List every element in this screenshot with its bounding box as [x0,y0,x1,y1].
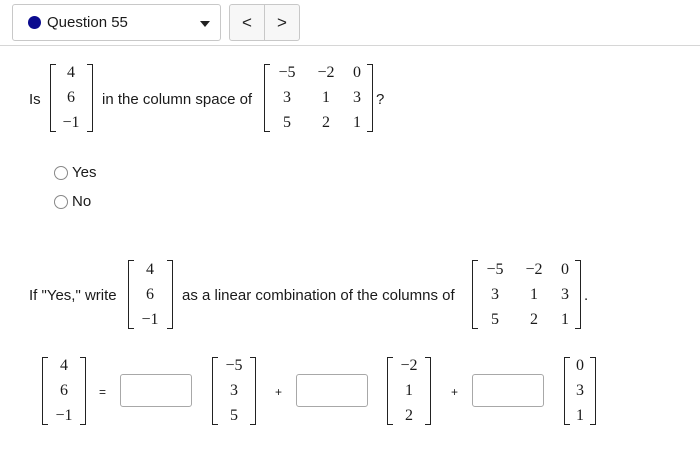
q2-matrix-entry: 5 [491,311,499,328]
q1-matrix-entry: 3 [283,89,291,106]
eq-lhs-vector: 4 6 −1 [42,357,86,425]
q2-matrix-entry: 2 [530,311,538,328]
eq-col3-entry: 3 [576,382,584,399]
q1-matrix-entry: 3 [353,89,361,106]
eq-col3-entry: 1 [576,407,584,424]
q2-matrix-entry: −2 [525,261,543,278]
q2-prefix: If "Yes," write [29,287,117,304]
top-bar: Question 55 < > [0,0,700,46]
next-question-button[interactable]: > [264,5,299,40]
q1-matrix-entry: 0 [353,64,361,81]
equals-sign: = [99,385,107,399]
q2-matrix-entry: −5 [486,261,504,278]
option-no-label: No [72,193,92,210]
q1-matrix-entry: −2 [317,64,335,81]
eq-col1-entry: −5 [225,357,243,374]
q2-matrix-entry: 3 [491,286,499,303]
q2-matrix-entry: 0 [561,261,569,278]
eq-col2-entry: 2 [405,407,413,424]
eq-lhs-entry: −1 [55,407,73,424]
eq-lhs-entry: 4 [60,357,68,374]
q1-vector-entry: 6 [67,89,75,106]
q2-vector: 4 6 −1 [128,260,173,329]
caret-down-icon [200,21,210,27]
eq-lhs-entry: 6 [60,382,68,399]
q2-vector-entry: 4 [146,261,154,278]
q2-vector-entry: −1 [141,311,159,328]
q2-matrix-entry: 1 [561,311,569,328]
q1-prefix: Is [29,91,41,108]
q2-matrix: −5 −2 0 3 1 3 5 2 1 [472,260,581,329]
q1-matrix-entry: −5 [278,64,296,81]
q1-matrix: −5 −2 0 3 1 3 5 2 1 [264,64,373,132]
radio-yes[interactable] [54,165,68,180]
eq-col2-entry: −2 [400,357,418,374]
option-no[interactable]: No [54,193,91,210]
eq-col1-entry: 5 [230,407,238,424]
eq-col3-entry: 0 [576,357,584,374]
q1-matrix-entry: 1 [353,114,361,131]
coefficient-input-3[interactable] [472,374,544,407]
q1-vector: 4 6 −1 [50,64,93,132]
question-selector[interactable]: Question 55 [12,4,221,41]
option-yes-label: Yes [72,164,97,181]
eq-column-1: −5 3 5 [212,357,256,425]
q1-suffix: ? [376,91,385,108]
plus-sign: + [275,385,283,399]
q2-matrix-entry: 1 [530,286,538,303]
q2-middle-text: as a linear combination of the columns o… [182,287,455,304]
eq-col1-entry: 3 [230,382,238,399]
plus-sign: + [451,385,459,399]
eq-column-2: −2 1 2 [387,357,431,425]
radio-no[interactable] [54,194,68,209]
q1-matrix-entry: 2 [322,114,330,131]
prev-question-button[interactable]: < [230,5,264,40]
question-label: Question 55 [47,14,128,31]
question-nav: < > [229,4,300,41]
coefficient-input-1[interactable] [120,374,192,407]
eq-column-3: 0 3 1 [564,357,596,425]
q1-middle-text: in the column space of [102,91,253,108]
q2-suffix: . [584,287,589,304]
q1-vector-entry: −1 [62,114,80,131]
q1-matrix-entry: 1 [322,89,330,106]
q2-matrix-entry: 3 [561,286,569,303]
q1-vector-entry: 4 [67,64,75,81]
q1-matrix-entry: 5 [283,114,291,131]
q2-vector-entry: 6 [146,286,154,303]
eq-col2-entry: 1 [405,382,413,399]
coefficient-input-2[interactable] [296,374,368,407]
status-dot-icon [28,16,41,29]
option-yes[interactable]: Yes [54,164,96,181]
